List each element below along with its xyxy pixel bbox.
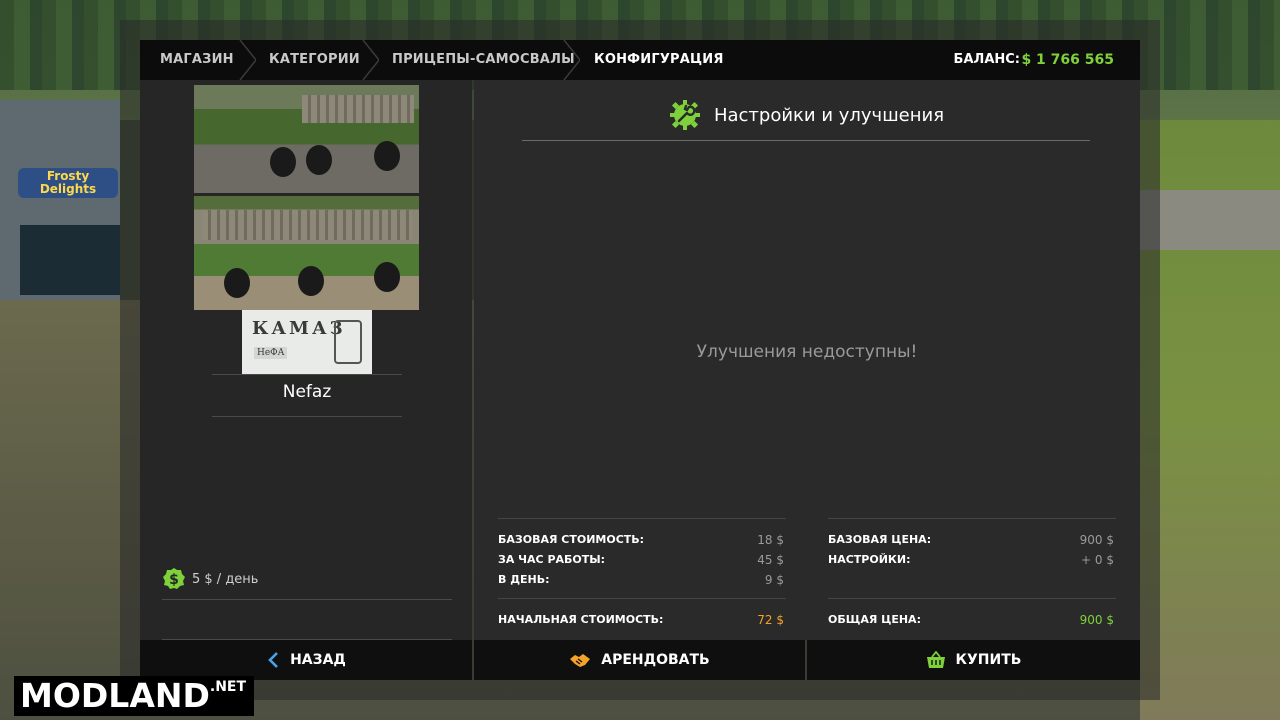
vehicle-image-rear xyxy=(194,196,419,310)
divider xyxy=(212,416,402,417)
shop-sign: Frosty Delights xyxy=(18,168,118,198)
breadcrumb-bar: МАГАЗИН КАТЕГОРИИ ПРИЦЕПЫ-САМОСВАЛЫ КОНФ… xyxy=(140,40,1140,80)
brand-logo-subtext: НеФА xyxy=(254,347,288,359)
buy-button[interactable]: КУПИТЬ xyxy=(807,640,1140,680)
daily-cost-value: 9 $ xyxy=(764,573,784,587)
total-price-value: 900 $ xyxy=(1079,613,1114,627)
handshake-icon xyxy=(569,651,591,669)
site-watermark: MODLAND.NET xyxy=(14,676,255,716)
title-divider xyxy=(522,140,1090,141)
dollar-coin-icon: $ xyxy=(163,568,185,589)
breadcrumb-separator xyxy=(562,40,580,80)
daily-rent-text: 5 $ / день xyxy=(192,571,259,587)
config-header: Настройки и улучшения xyxy=(474,98,1140,132)
breadcrumb-shop[interactable]: МАГАЗИН xyxy=(160,40,234,80)
costs-divider xyxy=(498,518,786,519)
basket-icon xyxy=(926,651,946,669)
buy-button-label: КУПИТЬ xyxy=(955,652,1022,668)
brand-logo: КАМАЗ НеФА xyxy=(242,310,372,374)
options-price-label: НАСТРОЙКИ: xyxy=(828,553,911,566)
breadcrumb-separator xyxy=(238,40,256,80)
daily-cost-label: В ДЕНЬ: xyxy=(498,573,550,586)
initial-cost-label: НАЧАЛЬНАЯ СТОИМОСТЬ: xyxy=(498,613,664,626)
lease-button[interactable]: АРЕНДОВАТЬ xyxy=(474,640,805,680)
road xyxy=(1140,190,1280,250)
balance-label: БАЛАНС: xyxy=(953,52,1020,67)
hourly-cost-value: 45 $ xyxy=(757,553,784,567)
initial-cost-value: 72 $ xyxy=(757,613,784,627)
brand-logo-text: КАМАЗ xyxy=(252,318,346,339)
base-price-value: 900 $ xyxy=(1079,533,1114,547)
action-bar: НАЗАД АРЕНДОВАТЬ КУПИТЬ xyxy=(140,640,1140,680)
wrench-gear-icon xyxy=(669,100,700,130)
base-price-label: БАЗОВАЯ ЦЕНА: xyxy=(828,533,932,546)
config-title: Настройки и улучшения xyxy=(713,104,945,126)
config-area: Настройки и улучшения Улучшения недоступ… xyxy=(474,80,1140,640)
total-price-label: ОБЩАЯ ЦЕНА: xyxy=(828,613,921,626)
costs-divider xyxy=(828,518,1116,519)
daily-rent-row: $ 5 $ / день xyxy=(162,566,258,592)
hourly-cost-label: ЗА ЧАС РАБОТЫ: xyxy=(498,553,606,566)
breadcrumb-separator xyxy=(361,40,379,80)
chevron-left-icon xyxy=(266,651,280,669)
watermark-text: MODLAND xyxy=(20,676,210,715)
breadcrumb-dump-trailers[interactable]: ПРИЦЕПЫ-САМОСВАЛЫ xyxy=(392,40,575,80)
shop-config-panel: МАГАЗИН КАТЕГОРИИ ПРИЦЕПЫ-САМОСВАЛЫ КОНФ… xyxy=(140,40,1140,680)
base-cost-value: 18 $ xyxy=(757,533,784,547)
back-button-label: НАЗАД xyxy=(290,652,346,668)
base-cost-label: БАЗОВАЯ СТОИМОСТЬ: xyxy=(498,533,645,546)
vehicle-image-side xyxy=(194,85,419,193)
watermark-suffix: .NET xyxy=(209,679,247,695)
vehicle-column: КАМАЗ НеФА Nefaz $ 5 $ / день xyxy=(140,80,472,640)
options-price-value: + 0 $ xyxy=(1081,553,1114,567)
breadcrumb-categories[interactable]: КАТЕГОРИИ xyxy=(269,40,360,80)
no-upgrades-message: Улучшения недоступны! xyxy=(696,342,918,362)
costs-divider xyxy=(498,598,786,599)
lease-button-label: АРЕНДОВАТЬ xyxy=(601,652,710,668)
costs-divider xyxy=(828,598,1116,599)
divider xyxy=(212,374,402,375)
balance-value: $ 1 766 565 xyxy=(1021,52,1114,68)
breadcrumb-configuration: КОНФИГУРАЦИЯ xyxy=(594,52,724,67)
brand-emblem-icon xyxy=(334,320,362,364)
vehicle-name: Nefaz xyxy=(282,382,332,402)
shop-window xyxy=(20,225,120,295)
svg-text:$: $ xyxy=(169,572,179,588)
divider xyxy=(162,599,452,600)
back-button[interactable]: НАЗАД xyxy=(140,640,472,680)
